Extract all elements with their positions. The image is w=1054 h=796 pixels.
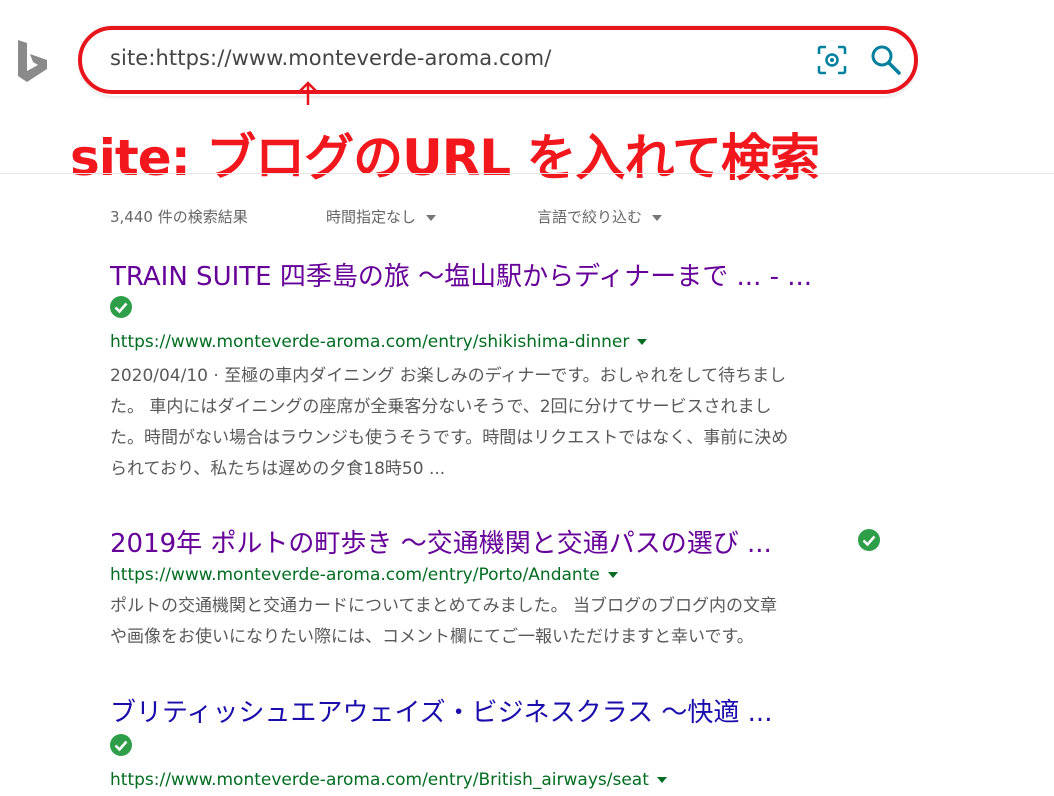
result-title-link[interactable]: ブリティッシュエアウェイズ・ビジネスクラス ～快適 ...	[110, 692, 772, 729]
result-url[interactable]: https://www.monteverde-aroma.com/entry/P…	[110, 565, 618, 585]
header-divider	[0, 173, 1054, 174]
time-filter-label: 時間指定なし	[326, 208, 417, 226]
annotation-arrow-icon	[299, 81, 317, 105]
annotation-caption: site: ブログのURL を入れて検索	[70, 129, 820, 187]
verified-check-icon	[110, 734, 132, 756]
chevron-down-icon	[426, 214, 437, 221]
chevron-down-icon[interactable]	[637, 339, 648, 345]
snippet-line: 2020/04/10 · 至極の車内ダイニング お楽しみのディナーです。おしゃれ…	[110, 366, 787, 386]
snippet-line: ポルトの交通機関と交通カードについてまとめてみました。 当ブログのブログ内の文章	[110, 596, 778, 616]
snippet-line: られており、私たちは遅めの夕食18時50 ...	[110, 459, 446, 479]
result-count: 3,440 件の検索結果	[110, 208, 248, 226]
result-url-text[interactable]: https://www.monteverde-aroma.com/entry/P…	[110, 565, 600, 585]
search-icon[interactable]	[868, 42, 904, 78]
bing-logo-icon[interactable]	[16, 38, 50, 84]
language-filter-label: 言語で絞り込む	[537, 208, 643, 226]
snippet-line: や画像をお使いになりたい際には、コメント欄にてご一報いただけますと幸いです。	[110, 627, 754, 647]
verified-check-icon	[858, 529, 880, 551]
result-url-text[interactable]: https://www.monteverde-aroma.com/entry/B…	[110, 770, 649, 790]
result-url-text[interactable]: https://www.monteverde-aroma.com/entry/s…	[110, 332, 629, 352]
chevron-down-icon[interactable]	[656, 777, 667, 783]
visual-search-icon[interactable]	[816, 44, 848, 76]
chevron-down-icon[interactable]	[607, 572, 618, 578]
result-title-link[interactable]: TRAIN SUITE 四季島の旅 ～塩山駅からディナーまで ... - ...	[110, 256, 812, 293]
verified-check-icon	[110, 296, 132, 318]
result-title-link[interactable]: 2019年 ポルトの町歩き ～交通機関と交通パスの選び ...	[110, 523, 772, 560]
result-snippet: ポルトの交通機関と交通カードについてまとめてみました。 当ブログのブログ内の文章…	[110, 591, 900, 653]
result-snippet: 2020/04/10 · 至極の車内ダイニング お楽しみのディナーです。おしゃれ…	[110, 361, 900, 485]
chevron-down-icon	[652, 214, 663, 221]
snippet-line: た。時間がない場合はラウンジも使うそうです。時間はリクエストではなく、事前に決め	[110, 428, 789, 448]
result-url[interactable]: https://www.monteverde-aroma.com/entry/B…	[110, 770, 667, 790]
language-filter-dropdown[interactable]: 言語で絞り込む	[537, 206, 663, 227]
result-url[interactable]: https://www.monteverde-aroma.com/entry/s…	[110, 332, 648, 352]
search-input[interactable]: site:https://www.monteverde-aroma.com/	[110, 46, 551, 70]
snippet-line: た。 車内にはダイニングの座席が全乗客分ないそうで、2回に分けてサービスされまし	[110, 397, 772, 417]
time-filter-dropdown[interactable]: 時間指定なし	[326, 206, 437, 227]
